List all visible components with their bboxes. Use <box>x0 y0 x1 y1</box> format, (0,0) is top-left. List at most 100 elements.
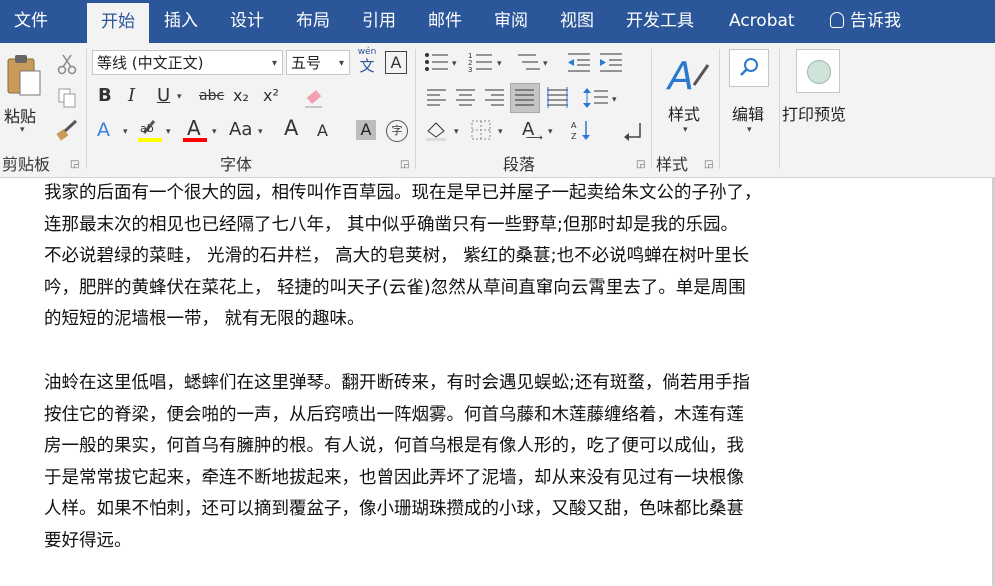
svg-text:▾: ▾ <box>452 59 457 69</box>
line-spacing-icon[interactable]: ▾ <box>582 87 626 109</box>
group-divider <box>651 49 652 169</box>
superscript-button[interactable]: x² <box>263 85 279 107</box>
phonetic-guide-button[interactable]: wén 文 <box>356 47 378 77</box>
dialog-launcher-icon[interactable]: ◲ <box>636 159 645 170</box>
svg-text:Z: Z <box>571 132 577 141</box>
tab-acrobat[interactable]: Acrobat <box>729 0 795 43</box>
chevron-down-icon[interactable]: ▾ <box>166 127 171 137</box>
shrink-font-button[interactable]: A <box>317 120 328 142</box>
paragraph: 油蛉在这里低唱，蟋蟀们在这里弹琴。翻开断砖来，有时会遇见蜈蚣;还有斑蝥，倘若用手… <box>44 368 884 557</box>
chevron-down-icon[interactable]: ▾ <box>177 92 182 102</box>
justify-button[interactable] <box>510 83 540 113</box>
copy-icon[interactable] <box>56 87 78 109</box>
svg-text:3: 3 <box>468 66 472 73</box>
shading-icon[interactable]: ▾ <box>424 119 466 141</box>
align-right-icon[interactable] <box>484 87 506 109</box>
dialog-launcher-icon[interactable]: ◲ <box>704 159 713 170</box>
document-area[interactable]: 我家的后面有一个很大的园，相传叫作百草园。现在是早已并屋子一起卖给朱文公的子孙了… <box>0 178 995 586</box>
group-divider <box>415 49 416 169</box>
chevron-down-icon[interactable]: ▾ <box>258 127 263 137</box>
chevron-down-icon[interactable]: ▾ <box>548 127 553 137</box>
tab-layout[interactable]: 布局 <box>296 0 330 43</box>
clipboard-group-label: 剪贴板 <box>2 155 51 174</box>
dialog-launcher-icon[interactable]: ◲ <box>400 159 409 170</box>
print-preview-button[interactable]: 打印预览 <box>782 49 858 145</box>
subscript-button[interactable]: x₂ <box>233 85 249 107</box>
svg-text:ab: ab <box>140 122 154 135</box>
character-border-button[interactable]: A <box>385 51 407 74</box>
distributed-align-icon[interactable] <box>546 87 570 109</box>
tab-view[interactable]: 视图 <box>560 0 594 43</box>
align-left-icon[interactable] <box>426 87 448 109</box>
font-group-label: 字体 <box>220 155 253 174</box>
clear-formatting-icon[interactable] <box>302 87 326 109</box>
tab-home[interactable]: 开始 <box>87 3 149 43</box>
sort-icon[interactable]: AZ <box>570 119 594 141</box>
tab-developer[interactable]: 开发工具 <box>626 0 694 43</box>
font-family-select[interactable]: 等线 (中文正文) ▾ <box>92 50 283 75</box>
editing-button[interactable]: 编辑 ▾ <box>726 49 774 145</box>
increase-indent-icon[interactable] <box>598 51 624 73</box>
tab-design[interactable]: 设计 <box>230 0 264 43</box>
chevron-down-icon: ▾ <box>683 125 688 135</box>
strikethrough-button[interactable]: abc <box>199 85 224 107</box>
italic-button[interactable]: I <box>128 85 135 107</box>
text-effects-icon[interactable]: A <box>97 119 110 141</box>
svg-text:A: A <box>665 54 694 98</box>
font-color-icon: A <box>187 116 201 140</box>
underline-button[interactable]: U <box>157 85 170 107</box>
paste-button[interactable]: 粘贴 ▾ <box>2 53 46 141</box>
text-line: 于是常常拔它起来，牵连不断地拔起来，也曾因此弄坏了泥墙，却从来没有见过有一块根像 <box>44 467 744 488</box>
tab-review[interactable]: 审阅 <box>494 0 528 43</box>
font-size-select[interactable]: 五号 ▾ <box>286 50 350 75</box>
chevron-down-icon[interactable]: ▾ <box>212 127 217 137</box>
chevron-down-icon[interactable]: ▾ <box>123 127 128 137</box>
tab-insert[interactable]: 插入 <box>164 0 198 43</box>
lightbulb-icon <box>830 12 844 28</box>
svg-text:A: A <box>571 121 577 130</box>
enclose-characters-button[interactable]: 字 <box>386 120 408 142</box>
asian-layout-icon[interactable]: A͢ <box>522 119 534 141</box>
clipboard-paste-icon <box>7 55 41 96</box>
styles-button[interactable]: A 样式 ▾ <box>660 49 714 145</box>
grow-font-button[interactable]: A <box>284 117 298 139</box>
text-line: 油蛉在这里低唱，蟋蟀们在这里弹琴。翻开断砖来，有时会遇见蜈蚣;还有斑蝥，倘若用手… <box>44 373 750 393</box>
ribbon: 粘贴 ▾ 剪贴板 ◲ 等线 (中文正文) ▾ 五号 ▾ wén 文 A B I U … <box>0 43 995 178</box>
align-center-icon[interactable] <box>455 87 477 109</box>
text-line: 按住它的脊梁，便会啪的一声，从后窍喷出一阵烟雾。何首乌藤和木莲藤缠络着，木莲有莲 <box>44 404 744 425</box>
tell-me-search[interactable]: 告诉我 <box>830 0 901 43</box>
decrease-indent-icon[interactable] <box>566 51 592 73</box>
text-line: 要好得远。 <box>44 530 132 551</box>
highlight-color-button[interactable]: ab <box>138 118 162 142</box>
borders-icon[interactable]: ▾ <box>470 119 512 141</box>
tab-references[interactable]: 引用 <box>362 0 396 43</box>
chevron-down-icon: ▾ <box>271 58 277 69</box>
group-divider <box>86 49 87 169</box>
font-color-button[interactable]: A <box>183 116 209 142</box>
numbering-icon[interactable]: 123 ▾ <box>468 51 506 73</box>
tab-file[interactable]: 文件 <box>14 0 48 43</box>
svg-text:▾: ▾ <box>543 59 548 69</box>
svg-text:▾: ▾ <box>612 95 617 105</box>
svg-text:▾: ▾ <box>497 59 502 69</box>
styles-icon: A <box>665 54 710 98</box>
highlighter-icon: ab <box>140 120 156 135</box>
text-line: 不必说碧绿的菜畦， 光滑的石井栏， 高大的皂荚树， 紫红的桑葚;也不必说鸣蝉在树… <box>44 246 750 266</box>
text-line: 吟，肥胖的黄蜂伏在菜花上， 轻捷的叫天子(云雀)忽然从草间直窜向云霄里去了。单是… <box>44 277 746 298</box>
group-divider <box>719 49 720 169</box>
text-line: 我家的后面有一个很大的园，相传叫作百草园。现在是早已并屋子一起卖给朱文公的子孙了… <box>44 183 762 203</box>
tab-mailings[interactable]: 邮件 <box>428 0 462 43</box>
text-line: 人样。如果不怕刺，还可以摘到覆盆子，像小珊瑚珠攒成的小球，又酸又甜，色味都比桑葚 <box>44 499 744 519</box>
show-hide-marks-icon[interactable] <box>620 119 646 141</box>
change-case-button[interactable]: Aa <box>229 119 252 141</box>
multilevel-list-icon[interactable]: ▾ <box>512 51 552 73</box>
dialog-launcher-icon[interactable]: ◲ <box>70 159 79 170</box>
character-shading-button[interactable]: A <box>356 120 376 140</box>
chevron-down-icon: ▾ <box>20 125 25 135</box>
bullets-icon[interactable]: ▾ <box>424 51 460 73</box>
magnifier-icon <box>740 58 758 76</box>
bold-button[interactable]: B <box>98 85 112 107</box>
format-painter-icon[interactable] <box>56 119 80 141</box>
cut-icon[interactable] <box>56 53 78 75</box>
ribbon-tab-bar: 文件 开始 插入 设计 布局 引用 邮件 审阅 视图 开发工具 Acrobat … <box>0 0 995 43</box>
